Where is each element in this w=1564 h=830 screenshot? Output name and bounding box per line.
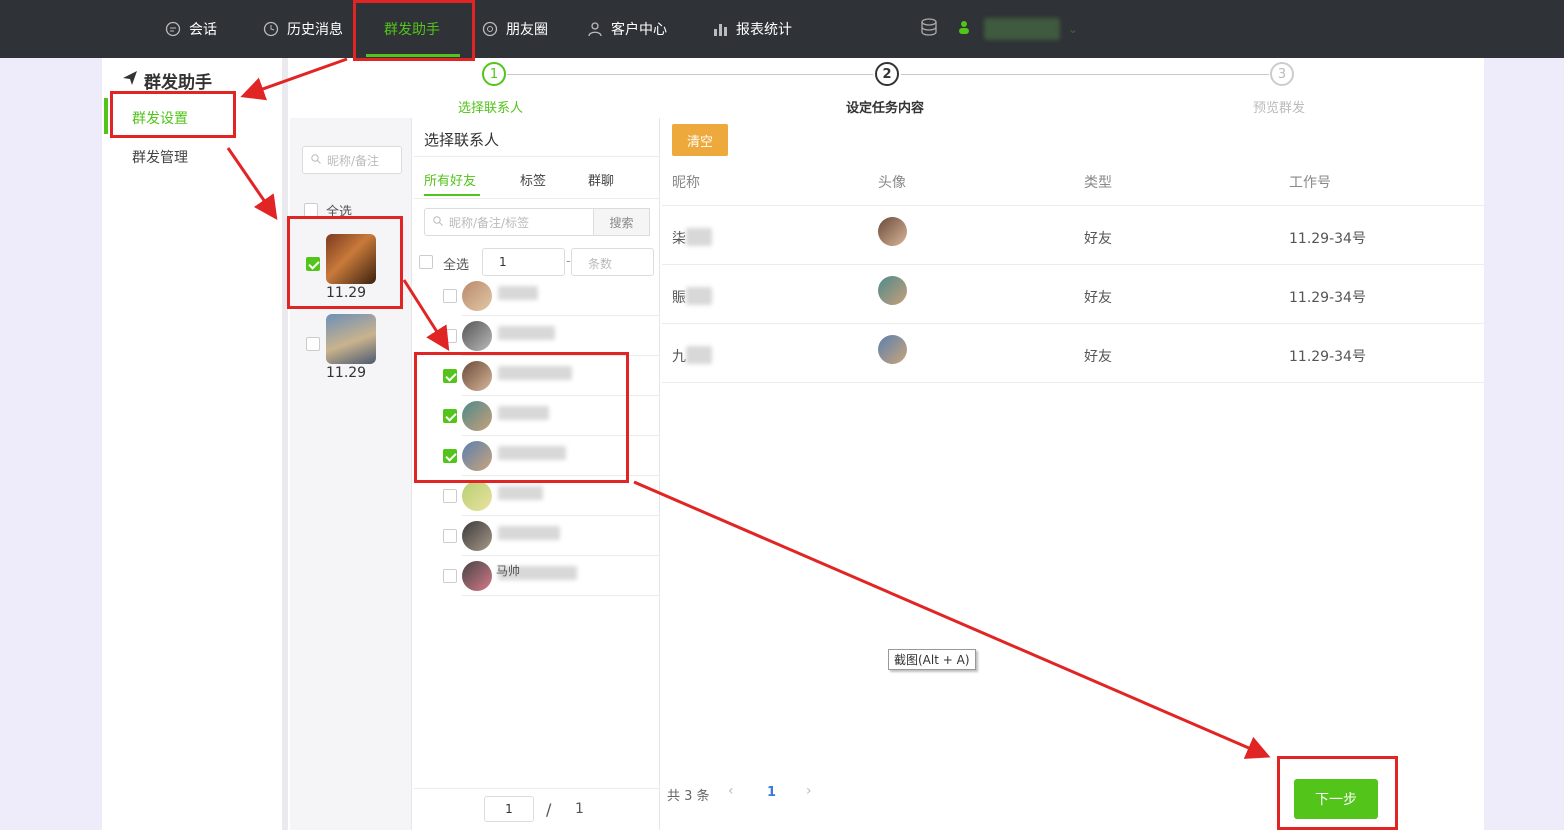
annotation-arrows <box>226 57 1271 759</box>
